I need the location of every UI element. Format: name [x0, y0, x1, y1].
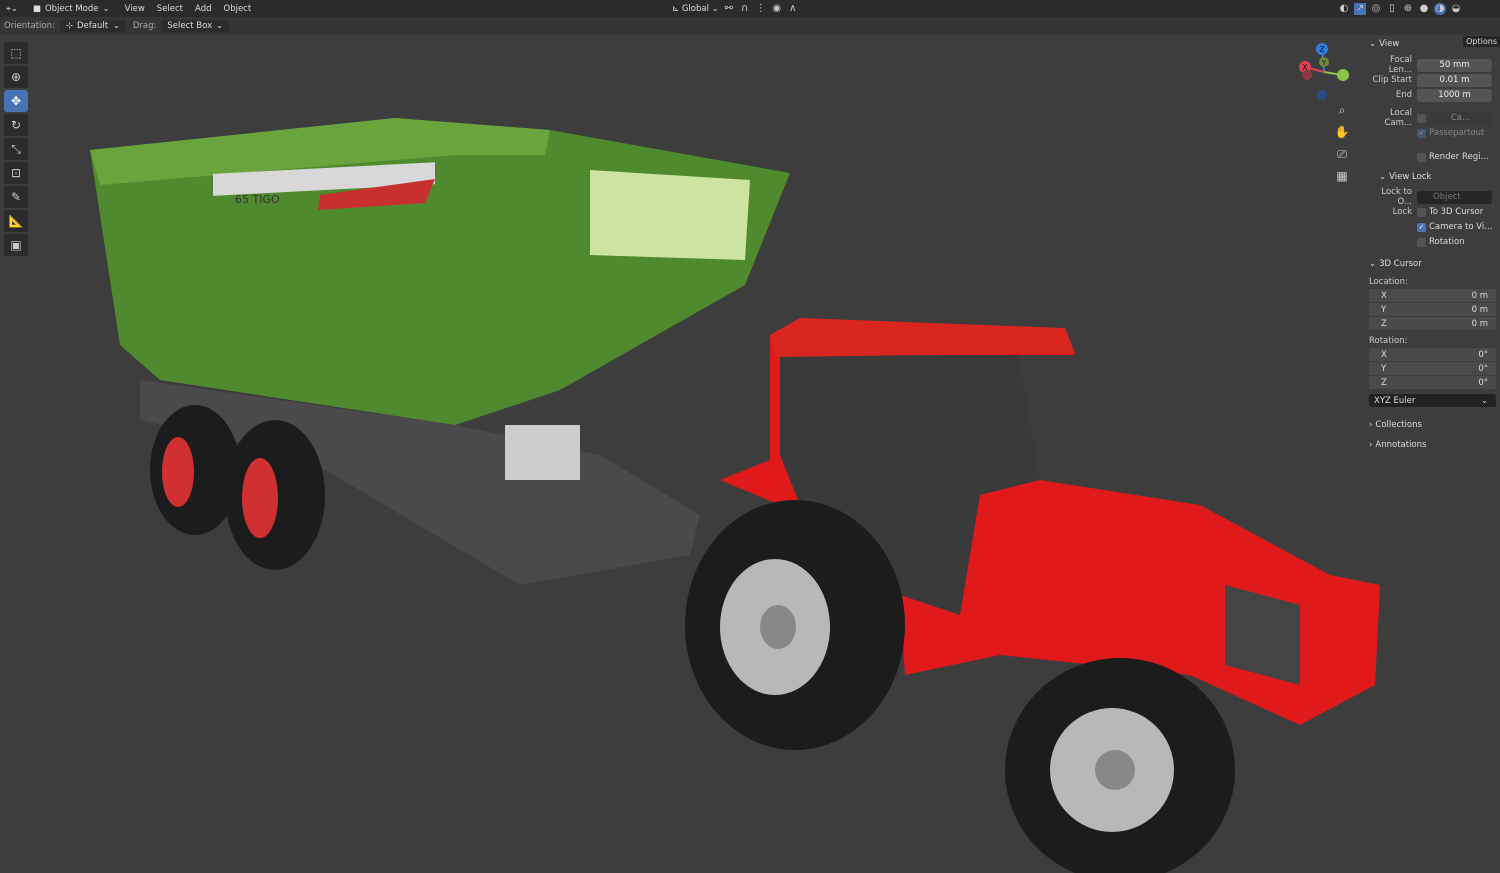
measure-tool-icon[interactable]: 📐 — [4, 210, 28, 232]
tractor — [685, 318, 1380, 873]
lock-to-cursor-checkbox[interactable] — [1417, 207, 1426, 217]
drag-label: Drag: — [132, 21, 157, 31]
location-label: Location: — [1369, 277, 1408, 287]
menu-add[interactable]: Add — [189, 4, 217, 14]
transform-tool-icon[interactable]: ⊡ — [4, 162, 28, 184]
wireframe-shading-icon[interactable]: ⊕ — [1402, 3, 1414, 15]
select-box-tool-icon[interactable]: ⬚ — [4, 42, 28, 64]
rotate-tool-icon[interactable]: ↻ — [4, 114, 28, 136]
xray-icon[interactable]: ▯ — [1386, 3, 1398, 15]
local-camera-field[interactable]: Ca... — [1429, 111, 1492, 125]
transform-orientation-dropdown[interactable]: ⊾ Global ⌄ — [672, 4, 719, 14]
panel-3d-cursor-header[interactable]: ⌄ 3D Cursor — [1365, 255, 1500, 273]
rotation-mode-dropdown[interactable]: XYZ Euler ⌄ — [1369, 394, 1496, 408]
overlays-icon[interactable]: ◎ — [1370, 3, 1382, 15]
local-camera-checkbox[interactable] — [1417, 113, 1426, 123]
sidebar-n-panel: ⌄ View Focal Len... 50 mm Clip Start 0.01 … — [1365, 35, 1500, 465]
clip-end-field[interactable]: 1000 m — [1417, 88, 1492, 102]
pivot-icon[interactable]: ⚯ — [723, 3, 735, 15]
lock-to-object-field[interactable]: Object — [1417, 190, 1492, 204]
3d-viewport[interactable]: 65 TIGO ⬚ ⊕ ✥ ↻ ⤡ ⊡ ✎ 📐 ▣ Z X Y ⌕ ✋ ⎚ ▦ — [0, 35, 1500, 873]
menu-select[interactable]: Select — [151, 4, 189, 14]
local-camera-label: Local Cam... — [1384, 108, 1412, 128]
lock-to-object-label: Lock to O... — [1381, 187, 1412, 207]
navigation-gizmo[interactable]: Z X Y — [1297, 42, 1352, 102]
cursor-rotation-x[interactable]: X 0° — [1369, 348, 1496, 362]
cursor-location-x[interactable]: X0 m — [1369, 289, 1496, 303]
scale-tool-icon[interactable]: ⤡ — [4, 138, 28, 160]
proportional-edit-icon[interactable]: ◉ — [771, 3, 783, 15]
cursor-rotation-y[interactable]: Y 0° — [1369, 362, 1496, 376]
svg-text:Z: Z — [1319, 45, 1325, 54]
focal-length-field[interactable]: 50 mm — [1417, 58, 1492, 72]
orientation-label: Orientation: — [4, 21, 55, 31]
falloff-icon[interactable]: ∧ — [787, 3, 799, 15]
orientation-icon: ⊹ — [65, 21, 73, 31]
render-region-label: Render Regi... — [1429, 152, 1489, 162]
editor-type-icon[interactable]: ⌖⌄ — [0, 4, 24, 14]
orientation-icon: ⊾ — [672, 3, 680, 14]
add-cube-tool-icon[interactable]: ▣ — [4, 234, 28, 256]
panel-view-lock-header[interactable]: ⌄ View Lock — [1365, 168, 1500, 186]
cursor-location-z[interactable]: Z0 m — [1369, 317, 1496, 331]
zoom-icon[interactable]: ⌕ — [1332, 100, 1352, 120]
object-mode-icon: ■ — [32, 3, 41, 14]
render-region-checkbox[interactable] — [1417, 152, 1426, 162]
svg-text:Y: Y — [1321, 59, 1327, 67]
clip-start-field[interactable]: 0.01 m — [1417, 73, 1492, 87]
lock-rotation-checkbox[interactable] — [1417, 237, 1426, 247]
menu-object[interactable]: Object — [218, 4, 258, 14]
tool-shelf: ⬚ ⊕ ✥ ↻ ⤡ ⊡ ✎ 📐 ▣ — [4, 42, 30, 256]
tool-header: Orientation: ⊹ Default ⌄ Drag: Select Box ⌄… — [0, 17, 1500, 47]
passepartout-label: Passepartout — [1429, 128, 1485, 138]
drag-dropdown[interactable]: Select Box ⌄ — [161, 20, 230, 32]
perspective-grid-icon[interactable]: ▦ — [1332, 166, 1352, 186]
visibility-icon[interactable]: ◐ — [1338, 3, 1350, 15]
panel-collections-header[interactable]: › Collections — [1365, 416, 1500, 434]
camera-view-icon[interactable]: ⎚ — [1332, 144, 1352, 164]
scene-render: 65 TIGO — [90, 118, 1380, 873]
panel-view-header[interactable]: ⌄ View — [1365, 35, 1500, 53]
camera-to-view-checkbox[interactable]: ✓ — [1417, 222, 1426, 232]
cursor-tool-icon[interactable]: ⊕ — [4, 66, 28, 88]
clip-end-label: End — [1395, 90, 1412, 100]
menu-view[interactable]: View — [119, 4, 151, 14]
clip-start-label: Clip Start — [1372, 75, 1412, 85]
annotate-tool-icon[interactable]: ✎ — [4, 186, 28, 208]
viewport-header: ⌖⌄ ■ Object Mode ⌄ View Select Add Object … — [0, 0, 1500, 17]
mode-dropdown[interactable]: ■ Object Mode ⌄ — [26, 2, 116, 15]
orientation-dropdown[interactable]: ⊹ Default ⌄ — [59, 20, 126, 32]
gizmo-toggle-icon[interactable]: ↗ — [1354, 2, 1366, 15]
pan-hand-icon[interactable]: ✋ — [1332, 122, 1352, 142]
panel-annotations-header[interactable]: › Annotations — [1365, 436, 1500, 454]
cursor-location-y[interactable]: Y0 m — [1369, 303, 1496, 317]
rendered-shading-icon[interactable]: ◒ — [1450, 3, 1462, 15]
snap-increment-icon[interactable]: ⋮ — [755, 3, 767, 15]
cursor-rotation-z[interactable]: Z 0° — [1369, 376, 1496, 390]
solid-shading-icon[interactable]: ● — [1418, 3, 1430, 15]
focal-length-label: Focal Len... — [1388, 55, 1412, 75]
snap-icon[interactable]: ∩ — [739, 3, 751, 15]
rotation-label: Rotation: — [1369, 336, 1408, 346]
move-tool-icon[interactable]: ✥ — [4, 90, 28, 112]
material-shading-icon[interactable]: ◑ — [1434, 2, 1446, 15]
trailer-decal: 65 TIGO — [235, 193, 280, 206]
lock-label: Lock — [1392, 207, 1412, 217]
passepartout-checkbox[interactable]: ✓ — [1417, 128, 1426, 138]
forage-trailer: 65 TIGO — [90, 118, 790, 585]
